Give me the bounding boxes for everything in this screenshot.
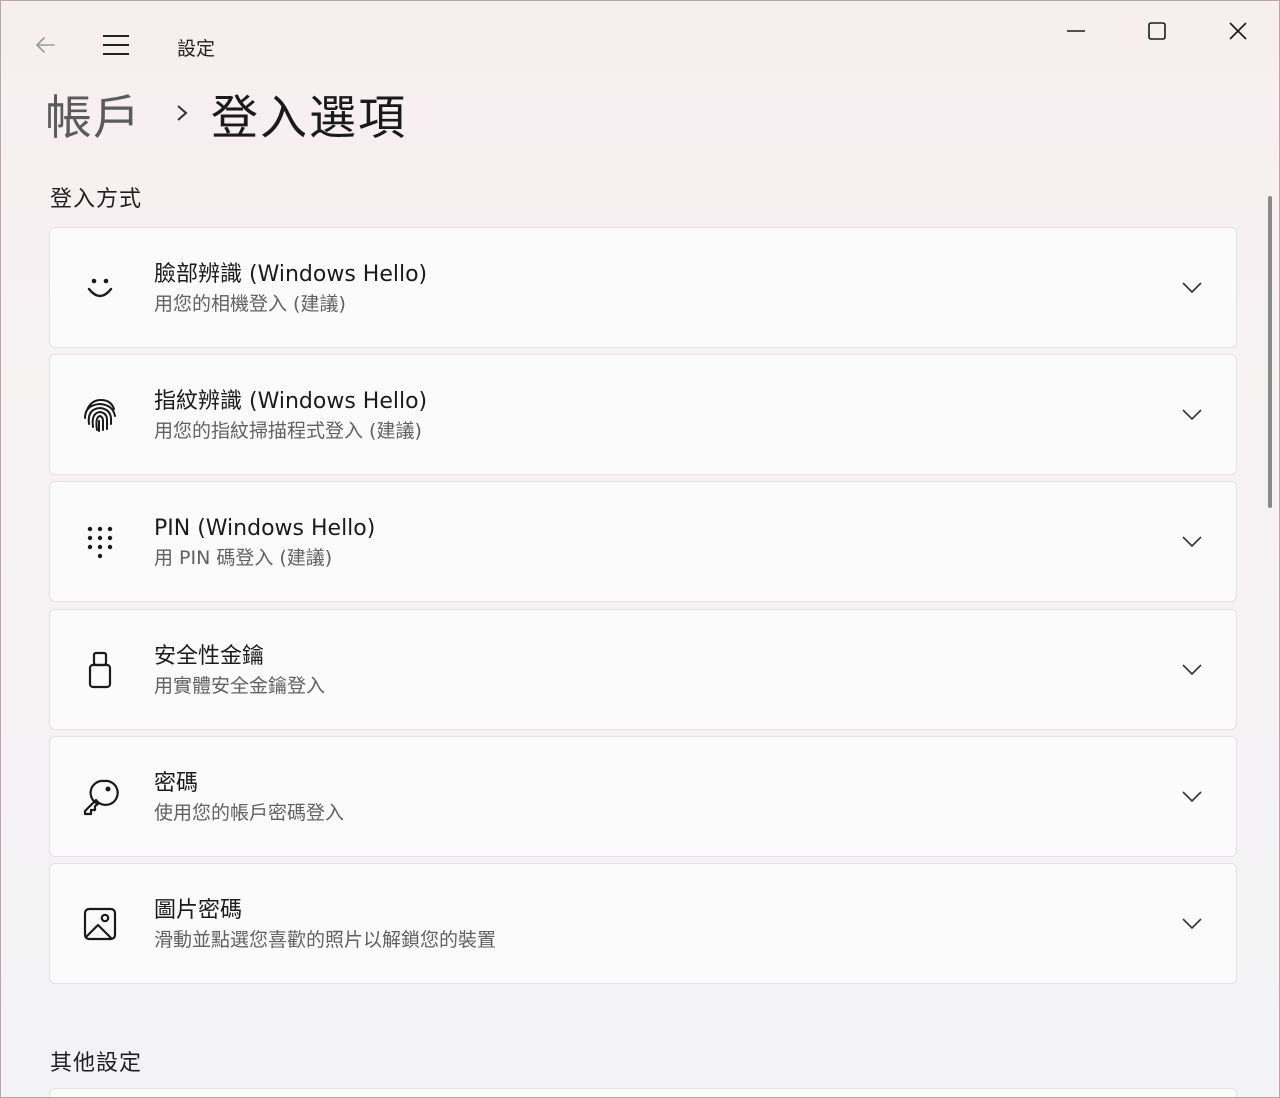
option-title: 圖片密碼 xyxy=(154,898,243,923)
app-title: 設定 xyxy=(177,38,216,60)
chevron-down-icon[interactable] xyxy=(1174,397,1210,433)
option-subtitle: 用您的指紋掃描程式登入 (建議) xyxy=(154,420,422,442)
option-text: 臉部辨識 (Windows Hello) 用您的相機登入 (建議) xyxy=(154,260,427,317)
chevron-down-icon[interactable] xyxy=(1174,779,1210,815)
sign-in-option-password[interactable]: 密碼 使用您的帳戶密碼登入 xyxy=(49,736,1237,857)
back-button[interactable] xyxy=(27,27,63,63)
usb-key-icon xyxy=(78,648,122,692)
close-icon xyxy=(1229,22,1247,40)
option-text: 密碼 使用您的帳戶密碼登入 xyxy=(154,769,344,826)
back-arrow-icon xyxy=(36,37,55,53)
sign-in-option-security-key[interactable]: 安全性金鑰 用實體安全金鑰登入 xyxy=(49,609,1237,730)
option-subtitle: 滑動並點選您喜歡的照片以解鎖您的裝置 xyxy=(154,929,497,951)
sign-in-option-face[interactable]: 臉部辨識 (Windows Hello) 用您的相機登入 (建議) xyxy=(49,227,1237,348)
option-title: PIN (Windows Hello) xyxy=(154,516,376,541)
page-title: 登入選項 xyxy=(211,90,407,146)
option-subtitle: 用您的相機登入 (建議) xyxy=(154,293,346,315)
option-text: 安全性金鑰 用實體安全金鑰登入 xyxy=(154,642,325,699)
option-text: 圖片密碼 滑動並點選您喜歡的照片以解鎖您的裝置 xyxy=(154,896,496,953)
sign-in-option-pin[interactable]: PIN (Windows Hello) 用 PIN 碼登入 (建議) xyxy=(49,481,1237,602)
option-text: 指紋辨識 (Windows Hello) 用您的指紋掃描程式登入 (建議) xyxy=(154,387,427,444)
breadcrumb: 帳戶 登入選項 xyxy=(45,79,407,148)
option-title: 指紋辨識 (Windows Hello) xyxy=(154,389,428,414)
chevron-down-icon[interactable] xyxy=(1174,906,1210,942)
breadcrumb-parent-accounts[interactable]: 帳戶 xyxy=(45,79,141,148)
option-text: PIN (Windows Hello) 用 PIN 碼登入 (建議) xyxy=(154,514,375,571)
title-bar: 設定 xyxy=(1,1,1279,81)
chevron-down-icon[interactable] xyxy=(1174,270,1210,306)
fingerprint-icon xyxy=(78,393,122,437)
settings-window: 設定 帳戶 登入選項 登入方式 臉部辨識 (Windows Hello) 用您的… xyxy=(0,0,1280,1098)
sign-in-option-fingerprint[interactable]: 指紋辨識 (Windows Hello) 用您的指紋掃描程式登入 (建議) xyxy=(49,354,1237,475)
chevron-right-icon xyxy=(175,103,189,123)
option-subtitle: 用實體安全金鑰登入 xyxy=(154,675,326,697)
section-title-sign-in-methods: 登入方式 xyxy=(50,187,143,212)
sign-in-option-picture-password[interactable]: 圖片密碼 滑動並點選您喜歡的照片以解鎖您的裝置 xyxy=(49,863,1237,984)
navigation-menu-button[interactable] xyxy=(97,27,135,63)
picture-icon xyxy=(78,902,122,946)
option-title: 臉部辨識 (Windows Hello) xyxy=(154,262,428,287)
minimize-button[interactable] xyxy=(1051,13,1101,49)
option-title: 安全性金鑰 xyxy=(154,644,265,669)
maximize-button[interactable] xyxy=(1132,13,1182,49)
maximize-icon xyxy=(1148,22,1166,40)
chevron-down-icon[interactable] xyxy=(1174,524,1210,560)
minimize-icon xyxy=(1067,30,1085,32)
chevron-down-icon[interactable] xyxy=(1174,652,1210,688)
settings-card-partial[interactable] xyxy=(49,1088,1237,1097)
key-icon xyxy=(78,775,122,819)
option-subtitle: 使用您的帳戶密碼登入 xyxy=(154,802,345,824)
option-subtitle: 用 PIN 碼登入 (建議) xyxy=(154,547,333,569)
face-icon xyxy=(78,266,122,310)
hamburger-menu-icon xyxy=(103,35,129,55)
vertical-scrollbar[interactable] xyxy=(1268,196,1272,508)
close-button[interactable] xyxy=(1213,13,1263,49)
option-title: 密碼 xyxy=(154,771,199,796)
section-title-other-settings: 其他設定 xyxy=(50,1051,143,1076)
pin-keypad-icon xyxy=(78,520,122,564)
